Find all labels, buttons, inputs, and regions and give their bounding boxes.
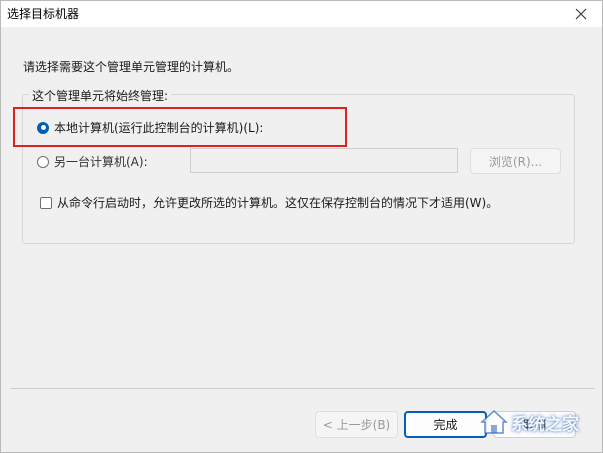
finish-button[interactable]: 完成 (404, 411, 487, 438)
other-computer-label: 另一台计算机(A): (54, 155, 148, 169)
cancel-button[interactable]: 取消 (493, 411, 576, 438)
other-computer-radio[interactable] (37, 155, 49, 168)
title-bar: 选择目标机器 (1, 1, 602, 27)
other-computer-option[interactable]: 另一台计算机(A): (37, 153, 148, 170)
footer-separator (10, 388, 595, 389)
back-button[interactable]: < 上一步(B) (315, 411, 398, 438)
dialog-title: 选择目标机器 (7, 7, 80, 21)
computer-name-input[interactable] (190, 148, 458, 173)
allow-change-checkbox[interactable] (40, 196, 52, 209)
annotation-highlight (13, 107, 347, 147)
close-button[interactable] (564, 1, 598, 27)
groupbox-legend: 这个管理单元将始终管理: (29, 87, 172, 104)
allow-change-option[interactable]: 从命令行启动时，允许更改所选的计算机。这仅在保存控制台的情况下才适用(W)。 (40, 194, 498, 211)
close-icon (575, 8, 587, 20)
instruction-text: 请选择需要这个管理单元管理的计算机。 (23, 60, 240, 74)
browse-button[interactable]: 浏览(R)... (470, 148, 561, 174)
allow-change-label: 从命令行启动时，允许更改所选的计算机。这仅在保存控制台的情况下才适用(W)。 (57, 196, 499, 210)
select-target-machine-dialog: 选择目标机器 请选择需要这个管理单元管理的计算机。 这个管理单元将始终管理: 本… (0, 0, 603, 453)
